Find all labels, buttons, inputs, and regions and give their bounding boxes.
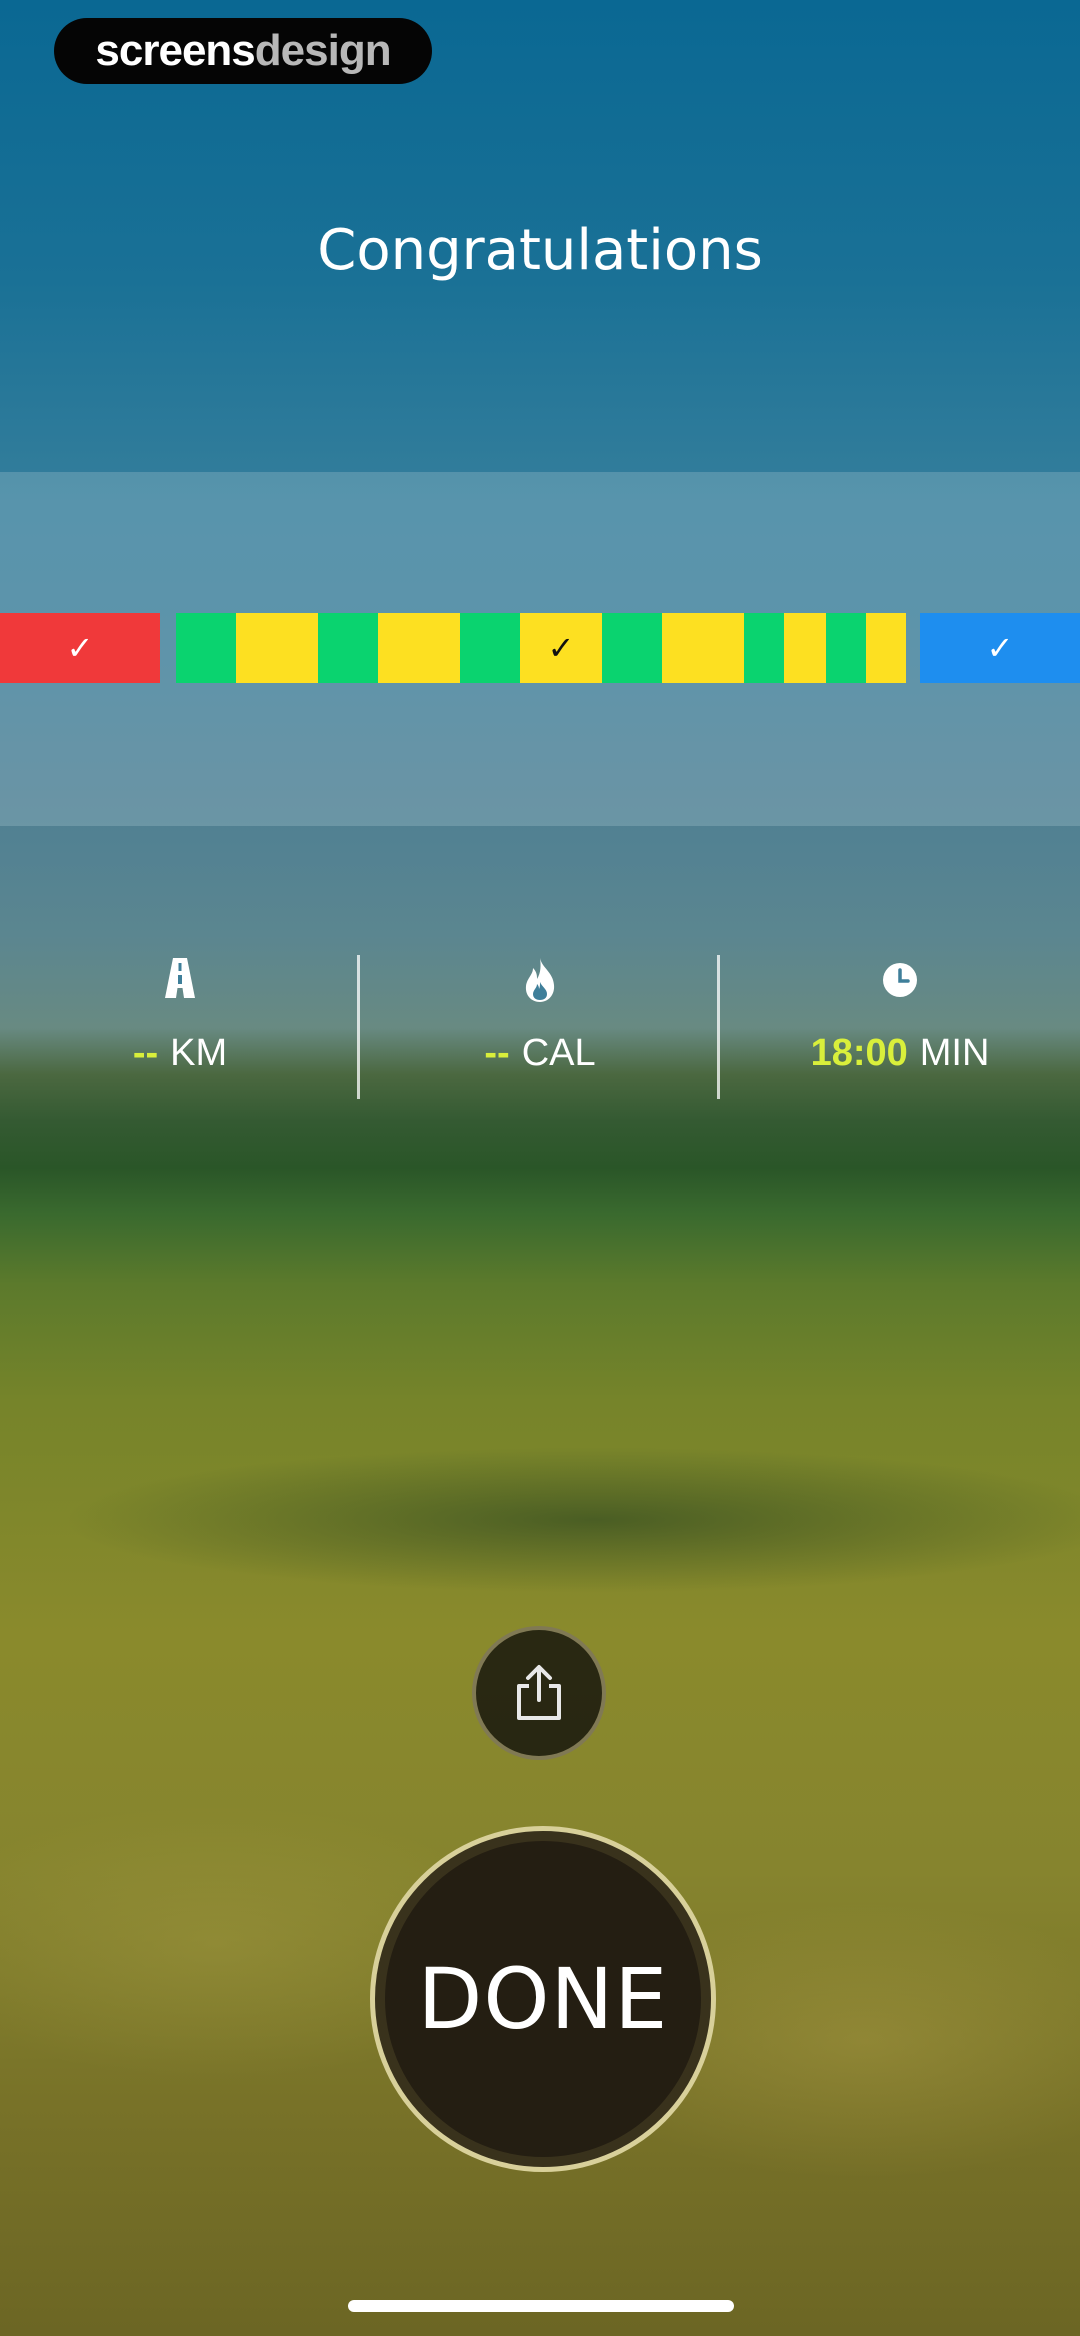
segment: [378, 613, 460, 683]
stat-value: --: [484, 1032, 510, 1074]
clock-icon: [720, 962, 1080, 1006]
segment: ✓: [0, 613, 160, 683]
check-icon: ✓: [547, 629, 575, 667]
check-icon: ✓: [986, 629, 1014, 667]
segment: [236, 613, 318, 683]
stat-duration: 18:00 MIN: [720, 950, 1080, 1100]
road-icon: [0, 958, 360, 1002]
stat-unit: MIN: [919, 1032, 990, 1074]
share-button[interactable]: [472, 1626, 606, 1760]
segment: [662, 613, 744, 683]
flame-icon: [360, 958, 720, 1002]
workout-segments-bar: ✓ ✓ ✓: [0, 613, 1080, 683]
segment: [784, 613, 826, 683]
stat-line: -- CAL: [360, 1032, 720, 1075]
stat-unit: CAL: [521, 1032, 596, 1074]
segment: [176, 613, 236, 683]
segment: [318, 613, 378, 683]
share-icon: [517, 1665, 561, 1720]
stat-unit: KM: [170, 1032, 228, 1074]
stat-divider: [357, 955, 360, 1099]
segment: ✓: [520, 613, 602, 683]
brand-part-2: design: [254, 26, 392, 75]
brand-watermark: screens design: [54, 18, 432, 84]
stat-line: -- KM: [0, 1032, 360, 1075]
stat-value: 18:00: [810, 1032, 908, 1074]
check-icon: ✓: [66, 629, 94, 667]
segment: ✓: [920, 613, 1080, 683]
background-trees: [0, 1390, 1080, 1650]
done-button[interactable]: DONE: [370, 1826, 716, 2172]
segment: [826, 613, 866, 683]
stat-calories: -- CAL: [360, 950, 720, 1100]
stat-distance: -- KM: [0, 950, 360, 1100]
segment: [460, 613, 520, 683]
segment: [602, 613, 662, 683]
workout-stats: -- KM -- CAL 18:00 MIN: [0, 950, 1080, 1100]
brand-part-1: screens: [95, 26, 255, 75]
stat-value: --: [132, 1032, 159, 1074]
stat-line: 18:00 MIN: [720, 1032, 1080, 1075]
home-indicator[interactable]: [348, 2300, 734, 2312]
segment: [744, 613, 784, 683]
segment: [866, 613, 906, 683]
page-title: Congratulations: [317, 218, 763, 283]
stat-divider: [717, 955, 720, 1099]
